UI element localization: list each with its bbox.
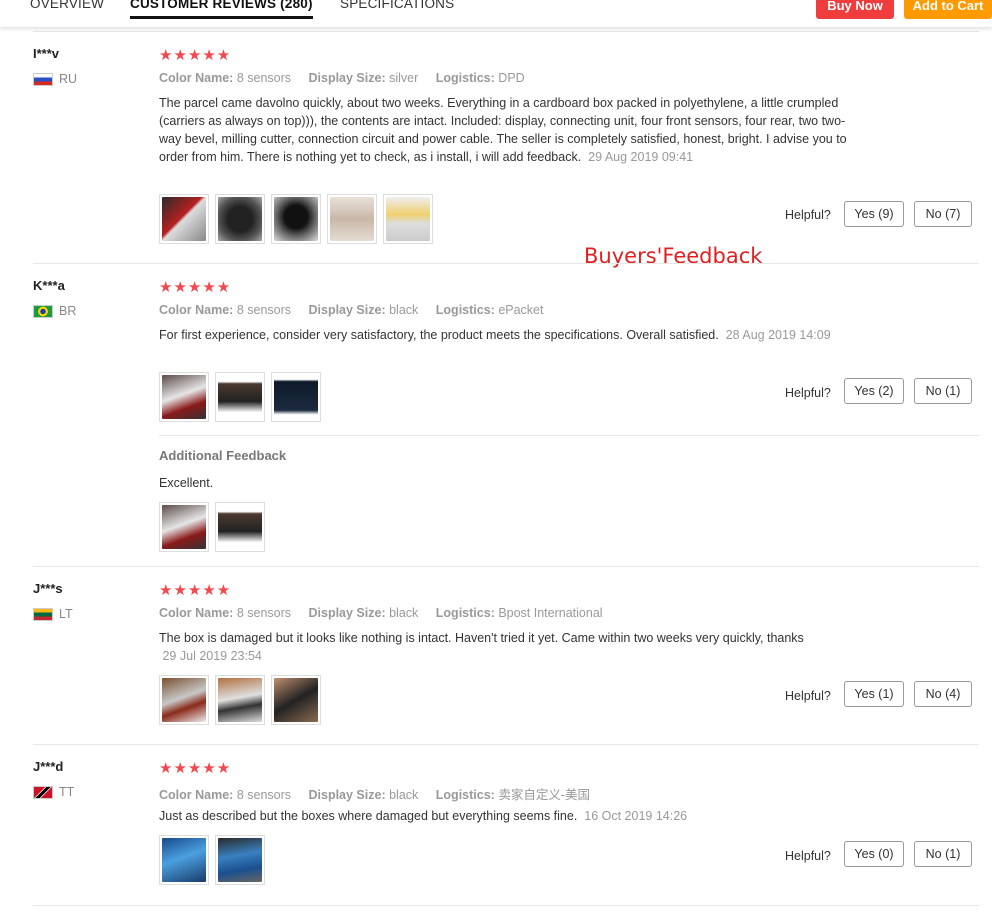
review-photo[interactable]: [215, 835, 265, 885]
divider: [33, 263, 979, 264]
review-photo[interactable]: [159, 675, 209, 725]
review-photos: [159, 194, 433, 244]
divider: [159, 435, 979, 436]
helpful-label: Helpful?: [785, 849, 831, 863]
additional-feedback-photos: [159, 502, 265, 552]
flag-lt-icon: [33, 607, 53, 621]
helpful-label: Helpful?: [785, 208, 831, 222]
divider: [33, 905, 979, 906]
review-date: 29 Jul 2019 23:54: [162, 649, 262, 663]
reviewer-country: TT: [33, 785, 74, 799]
helpful-yes-button[interactable]: Yes (1): [844, 681, 904, 707]
review-photo[interactable]: [215, 675, 265, 725]
buy-now-button[interactable]: Buy Now: [816, 0, 894, 19]
helpful-no-button[interactable]: No (1): [914, 841, 972, 867]
review-photo[interactable]: [215, 372, 265, 422]
flag-ru-icon: [33, 72, 53, 86]
reviewer-name: K***a: [33, 278, 65, 293]
review-photo[interactable]: [271, 372, 321, 422]
review-photo[interactable]: [159, 502, 209, 552]
review-item: I***v RU ★★★★★ Color Name: 8 sensors Dis…: [33, 46, 979, 256]
additional-feedback-title: Additional Feedback: [159, 448, 287, 463]
review-photo[interactable]: [271, 194, 321, 244]
divider: [33, 744, 979, 745]
tab-specifications[interactable]: SPECIFICATIONS: [340, 0, 454, 11]
review-photo[interactable]: [159, 194, 209, 244]
review-photo[interactable]: [271, 675, 321, 725]
review-photo[interactable]: [327, 194, 377, 244]
review-photos: [159, 835, 265, 885]
helpful-label: Helpful?: [785, 689, 831, 703]
review-photo[interactable]: [159, 372, 209, 422]
reviewer-name: J***s: [33, 581, 63, 596]
review-attributes: Color Name: 8 sensors Display Size: silv…: [159, 71, 525, 85]
review-item: J***d TT ★★★★★ Color Name: 8 sensors Dis…: [33, 759, 979, 899]
rating-stars: ★★★★★: [159, 760, 232, 777]
review-photos: [159, 675, 321, 725]
review-text: The box is damaged but it looks like not…: [159, 631, 804, 663]
helpful-no-button[interactable]: No (1): [914, 378, 972, 404]
reviewer-country: BR: [33, 304, 76, 318]
helpful-yes-button[interactable]: Yes (0): [844, 841, 904, 867]
review-item: J***s LT ★★★★★ Color Name: 8 sensors Dis…: [33, 581, 979, 736]
review-photos: [159, 372, 321, 422]
rating-stars: ★★★★★: [159, 582, 232, 599]
rating-stars: ★★★★★: [159, 47, 232, 64]
reviewer-country: RU: [33, 72, 77, 86]
review-date: 16 Oct 2019 14:26: [584, 809, 688, 823]
flag-tt-icon: [33, 785, 53, 799]
review-item: K***a BR ★★★★★ Color Name: 8 sensors Dis…: [33, 278, 979, 558]
additional-feedback-text: Excellent.: [159, 476, 214, 490]
divider: [33, 31, 979, 32]
add-to-cart-button[interactable]: Add to Cart: [904, 0, 992, 19]
tab-customer-reviews[interactable]: CUSTOMER REVIEWS (280): [130, 0, 313, 19]
buyers-feedback-watermark: Buyers'Feedback: [584, 244, 763, 268]
review-date: 29 Aug 2019 09:41: [588, 150, 694, 164]
helpful-no-button[interactable]: No (7): [914, 201, 972, 227]
reviewer-name: J***d: [33, 759, 64, 774]
helpful-yes-button[interactable]: Yes (9): [844, 201, 904, 227]
review-attributes: Color Name: 8 sensors Display Size: blac…: [159, 606, 603, 620]
review-photo[interactable]: [383, 194, 433, 244]
divider: [33, 566, 979, 567]
reviewer-name: I***v: [33, 46, 60, 61]
review-text: For first experience, consider very sati…: [159, 328, 831, 342]
review-date: 28 Aug 2019 14:09: [725, 328, 831, 342]
review-text: The parcel came davolno quickly, about t…: [159, 96, 847, 164]
tab-overview[interactable]: OVERVIEW: [30, 0, 104, 11]
helpful-yes-button[interactable]: Yes (2): [844, 378, 904, 404]
review-photo[interactable]: [215, 502, 265, 552]
flag-br-icon: [33, 304, 53, 318]
helpful-label: Helpful?: [785, 386, 831, 400]
helpful-no-button[interactable]: No (4): [914, 681, 972, 707]
product-tabs-bar: OVERVIEW CUSTOMER REVIEWS (280) SPECIFIC…: [0, 0, 992, 27]
review-photo[interactable]: [159, 835, 209, 885]
reviewer-country: LT: [33, 607, 73, 621]
review-attributes: Color Name: 8 sensors Display Size: blac…: [159, 788, 590, 802]
review-text: Just as described but the boxes where da…: [159, 809, 688, 823]
rating-stars: ★★★★★: [159, 279, 232, 296]
review-photo[interactable]: [215, 194, 265, 244]
review-attributes: Color Name: 8 sensors Display Size: blac…: [159, 303, 544, 317]
